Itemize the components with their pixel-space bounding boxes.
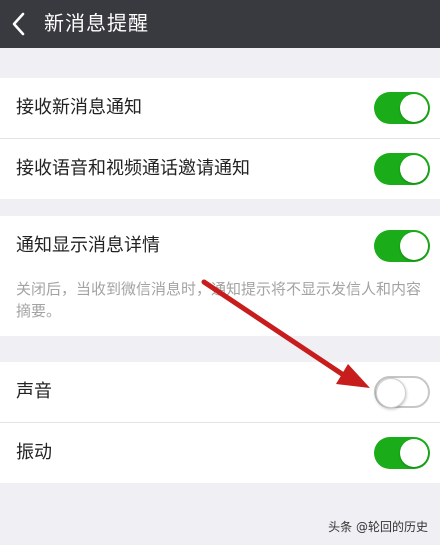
show-details-toggle[interactable] [374, 230, 430, 262]
toggle-knob [400, 155, 428, 183]
toggle-knob [400, 94, 428, 122]
details-description: 关闭后，当收到微信消息时，通知提示将不显示发信人和内容摘要。 [16, 280, 422, 320]
setting-label: 通知显示消息详情 [16, 235, 160, 256]
page-title: 新消息提醒 [44, 11, 149, 35]
new-message-toggle[interactable] [374, 92, 430, 124]
setting-label: 声音 [16, 381, 52, 402]
back-button[interactable] [0, 0, 40, 48]
sound-vibrate-group: 声音 振动 [0, 362, 440, 483]
setting-label: 振动 [16, 442, 52, 463]
watermark: 头条 @轮回的历史 [328, 520, 428, 534]
setting-row-vibrate: 振动 [0, 423, 440, 483]
chevron-left-icon [12, 12, 25, 36]
vibrate-toggle[interactable] [374, 437, 430, 469]
toggle-knob [400, 232, 428, 260]
toggle-knob [400, 439, 428, 467]
sound-toggle[interactable] [374, 376, 430, 408]
setting-label: 接收语音和视频通话邀请通知 [16, 158, 250, 179]
detail-group: 通知显示消息详情 关闭后，当收到微信消息时，通知提示将不显示发信人和内容摘要。 [0, 216, 440, 336]
setting-row-show-details: 通知显示消息详情 [0, 216, 440, 276]
setting-label: 接收新消息通知 [16, 97, 142, 118]
setting-row-call-invite: 接收语音和视频通话邀请通知 [0, 139, 440, 199]
setting-row-sound: 声音 [0, 362, 440, 423]
setting-row-new-message: 接收新消息通知 [0, 78, 440, 139]
toggle-knob [376, 378, 406, 408]
top-bar: 新消息提醒 [0, 0, 440, 48]
notification-group: 接收新消息通知 接收语音和视频通话邀请通知 [0, 78, 440, 199]
call-invite-toggle[interactable] [374, 153, 430, 185]
